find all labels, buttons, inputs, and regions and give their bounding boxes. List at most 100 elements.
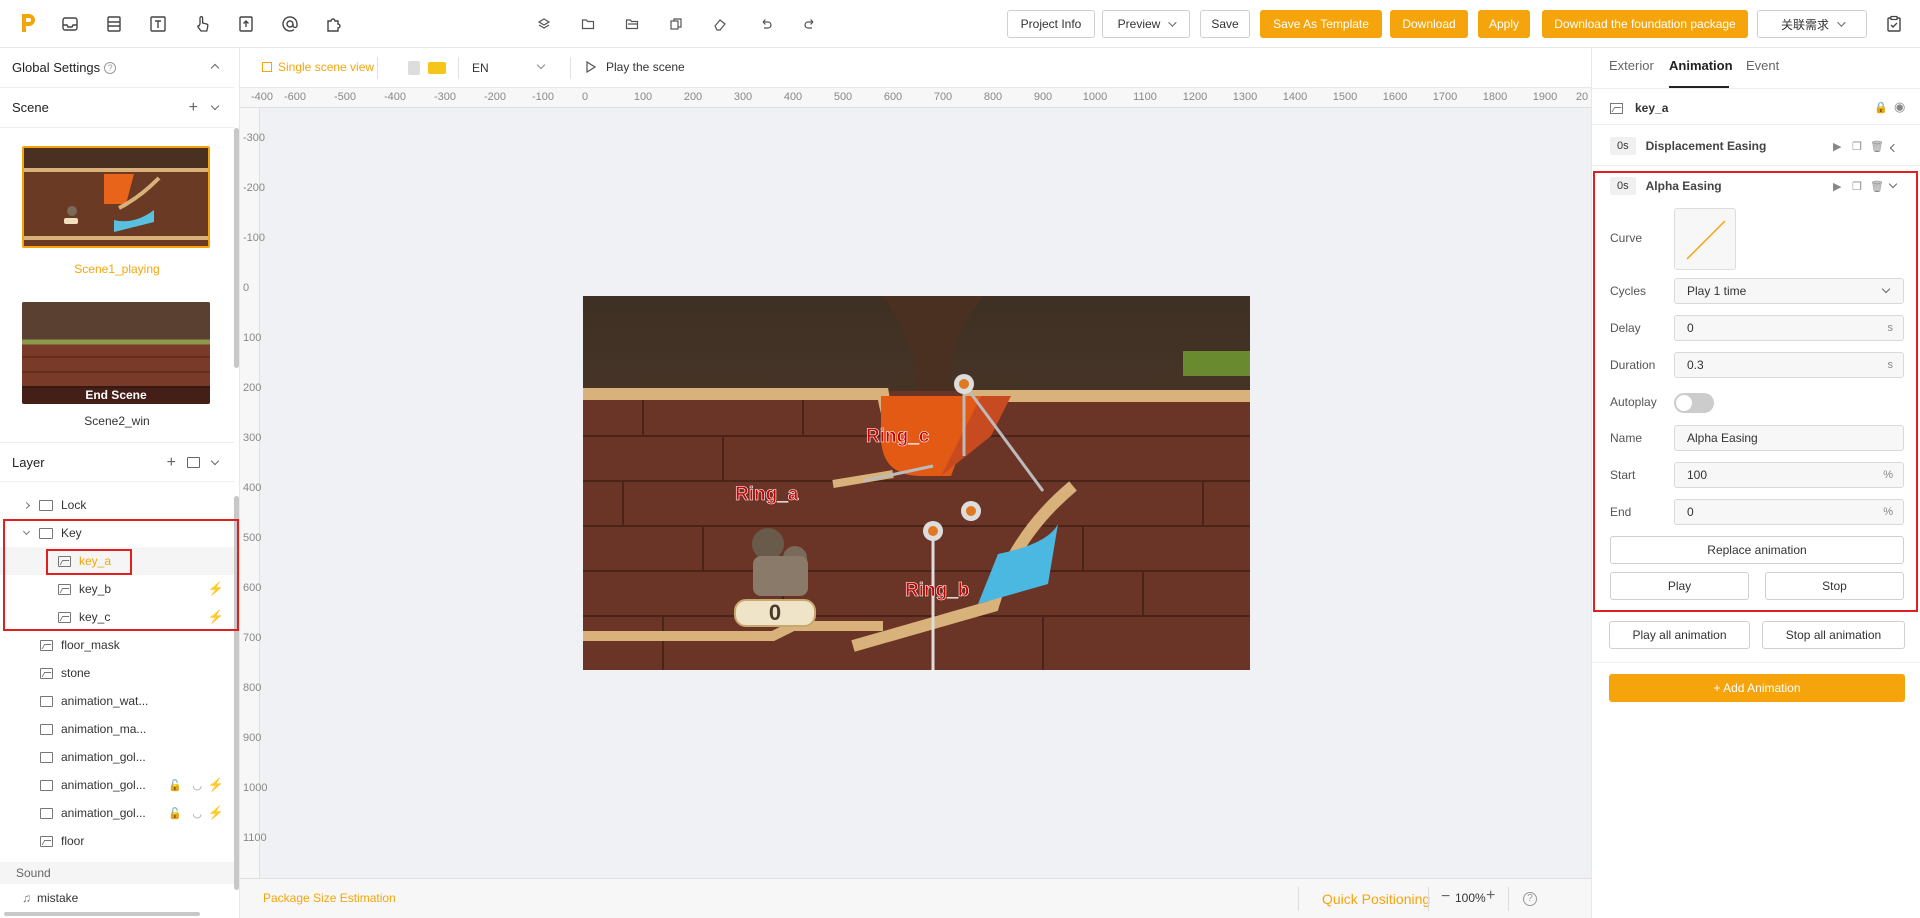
- animation-item-alpha[interactable]: 0s Alpha Easing: [1610, 172, 1910, 200]
- cycles-select[interactable]: Play 1 time: [1674, 278, 1904, 304]
- curve-preview[interactable]: [1674, 208, 1736, 270]
- folder-icon[interactable]: [579, 15, 597, 33]
- chevron-up-icon[interactable]: [210, 63, 220, 73]
- layer-row-key-b[interactable]: key_b ⚡: [0, 575, 234, 603]
- layer-row-animation[interactable]: animation_wat...: [0, 687, 234, 715]
- inbox-icon[interactable]: [60, 14, 80, 34]
- package-size-link[interactable]: Package Size Estimation: [263, 891, 396, 905]
- duration-input[interactable]: 0.3 s: [1674, 352, 1904, 378]
- eraser-icon[interactable]: [711, 15, 729, 33]
- add-scene-icon[interactable]: +: [189, 100, 198, 116]
- sound-item[interactable]: ♫ mistake: [0, 884, 234, 912]
- replace-animation-button[interactable]: Replace animation: [1610, 536, 1904, 564]
- scene-scrollbar[interactable]: [234, 128, 239, 368]
- tab-animation[interactable]: Animation: [1669, 58, 1733, 73]
- name-input[interactable]: Alpha Easing: [1674, 425, 1904, 451]
- tab-exterior[interactable]: Exterior: [1609, 58, 1654, 73]
- zoom-out-icon[interactable]: −: [1441, 888, 1450, 906]
- cycles-label: Cycles: [1610, 284, 1647, 298]
- at-icon[interactable]: [280, 14, 300, 34]
- delete-icon[interactable]: 🗑: [1870, 180, 1884, 193]
- end-input[interactable]: 0 %: [1674, 499, 1904, 525]
- single-scene-view-toggle[interactable]: Single scene view: [262, 60, 374, 74]
- plugin-icon[interactable]: [324, 14, 344, 34]
- play-button[interactable]: Play: [1610, 572, 1749, 600]
- stop-all-animation-button[interactable]: Stop all animation: [1762, 621, 1905, 649]
- scene-thumbnail-1[interactable]: [22, 146, 210, 248]
- copy-icon[interactable]: ❐: [1852, 140, 1862, 153]
- delete-icon[interactable]: 🗑: [1870, 140, 1884, 153]
- chevron-down-icon[interactable]: [22, 527, 31, 536]
- upload-file-icon[interactable]: [236, 14, 256, 34]
- help-icon[interactable]: ?: [104, 61, 117, 74]
- apply-button[interactable]: Apply: [1478, 10, 1530, 38]
- tab-event[interactable]: Event: [1746, 58, 1779, 73]
- redo-icon[interactable]: [801, 15, 819, 33]
- quick-positioning-button[interactable]: Quick Positioning: [1322, 891, 1430, 907]
- play-all-animation-button[interactable]: Play all animation: [1609, 621, 1750, 649]
- add-layer-icon[interactable]: +: [167, 455, 176, 471]
- unlock-icon[interactable]: 🔓: [168, 779, 182, 792]
- layer-row-floor[interactable]: floor: [0, 827, 234, 855]
- play-circle-icon[interactable]: ▶: [1833, 180, 1841, 193]
- eye-closed-icon[interactable]: ◡: [192, 779, 202, 792]
- layer-scrollbar[interactable]: [234, 496, 239, 890]
- scene-label-2[interactable]: Scene2_win: [0, 414, 234, 428]
- layout-icon[interactable]: [104, 14, 124, 34]
- global-settings-header[interactable]: Global Settings ?: [0, 48, 234, 88]
- language-select[interactable]: EN: [472, 56, 552, 80]
- undo-icon[interactable]: [757, 15, 775, 33]
- start-input[interactable]: 100 %: [1674, 462, 1904, 488]
- project-info-button[interactable]: Project Info: [1007, 10, 1095, 38]
- eye-icon[interactable]: ◉: [1894, 99, 1905, 115]
- lock-icon[interactable]: 🔒: [1874, 101, 1888, 114]
- hand-touch-icon[interactable]: [192, 14, 212, 34]
- download-button[interactable]: Download: [1390, 10, 1468, 38]
- help-icon[interactable]: ?: [1523, 892, 1537, 906]
- autoplay-toggle[interactable]: [1674, 393, 1714, 413]
- text-icon[interactable]: [148, 14, 168, 34]
- layer-row-lock[interactable]: Lock: [0, 491, 234, 519]
- layer-row-animation[interactable]: animation_ma...: [0, 715, 234, 743]
- layer-row-floor-mask[interactable]: floor_mask: [0, 631, 234, 659]
- clipboard-check-icon[interactable]: [1884, 14, 1904, 34]
- layer-row-animation[interactable]: animation_gol... 🔓 ◡ ⚡: [0, 799, 234, 827]
- preview-dropdown[interactable]: Preview: [1102, 10, 1190, 38]
- folder-icon: [39, 527, 53, 539]
- scene-title: Scene: [12, 100, 49, 115]
- unlock-icon[interactable]: 🔓: [168, 807, 182, 820]
- play-circle-icon[interactable]: ▶: [1833, 140, 1841, 153]
- eye-closed-icon[interactable]: ◡: [192, 807, 202, 820]
- duration-value: 0.3: [1687, 358, 1704, 372]
- add-animation-button[interactable]: + Add Animation: [1609, 674, 1905, 702]
- related-requirement-dropdown[interactable]: 关联需求: [1757, 10, 1867, 38]
- color-swatch-gray[interactable]: [408, 61, 420, 75]
- save-as-template-button[interactable]: Save As Template: [1260, 10, 1382, 38]
- copy-icon[interactable]: ❐: [1852, 180, 1862, 193]
- chevron-down-icon[interactable]: [210, 456, 220, 466]
- zoom-in-icon[interactable]: +: [1486, 887, 1495, 905]
- layer-row-key-c[interactable]: key_c ⚡: [0, 603, 234, 631]
- layer-row-key-a[interactable]: key_a: [0, 547, 234, 575]
- download-foundation-button[interactable]: Download the foundation package: [1542, 10, 1748, 38]
- play-scene-button[interactable]: Play the scene: [586, 60, 685, 74]
- color-swatch-yellow[interactable]: [428, 62, 446, 74]
- save-button[interactable]: Save: [1200, 10, 1250, 38]
- folder-open-icon[interactable]: [623, 15, 641, 33]
- animation-item-displacement[interactable]: 0s Displacement Easing: [1610, 132, 1910, 160]
- layer-row-animation[interactable]: animation_gol...: [0, 743, 234, 771]
- layer-row-stone[interactable]: stone: [0, 659, 234, 687]
- game-preview[interactable]: 0 Ring_c Ring_a Ring_b: [583, 296, 1250, 670]
- layer-row-animation[interactable]: animation_gol... 🔓 ◡ ⚡: [0, 771, 234, 799]
- chevron-down-icon[interactable]: [210, 101, 220, 111]
- horizontal-scrollbar[interactable]: [4, 912, 200, 916]
- scene-thumbnail-2[interactable]: End Scene: [22, 302, 210, 404]
- layer-row-key[interactable]: Key: [0, 519, 234, 547]
- chevron-right-icon[interactable]: [22, 501, 31, 509]
- scene-label-1[interactable]: Scene1_playing: [0, 262, 234, 276]
- delay-input[interactable]: 0 s: [1674, 315, 1904, 341]
- copy-icon[interactable]: [667, 15, 685, 33]
- layers-icon[interactable]: [535, 15, 553, 33]
- add-folder-icon[interactable]: [187, 457, 200, 468]
- stop-button[interactable]: Stop: [1765, 572, 1904, 600]
